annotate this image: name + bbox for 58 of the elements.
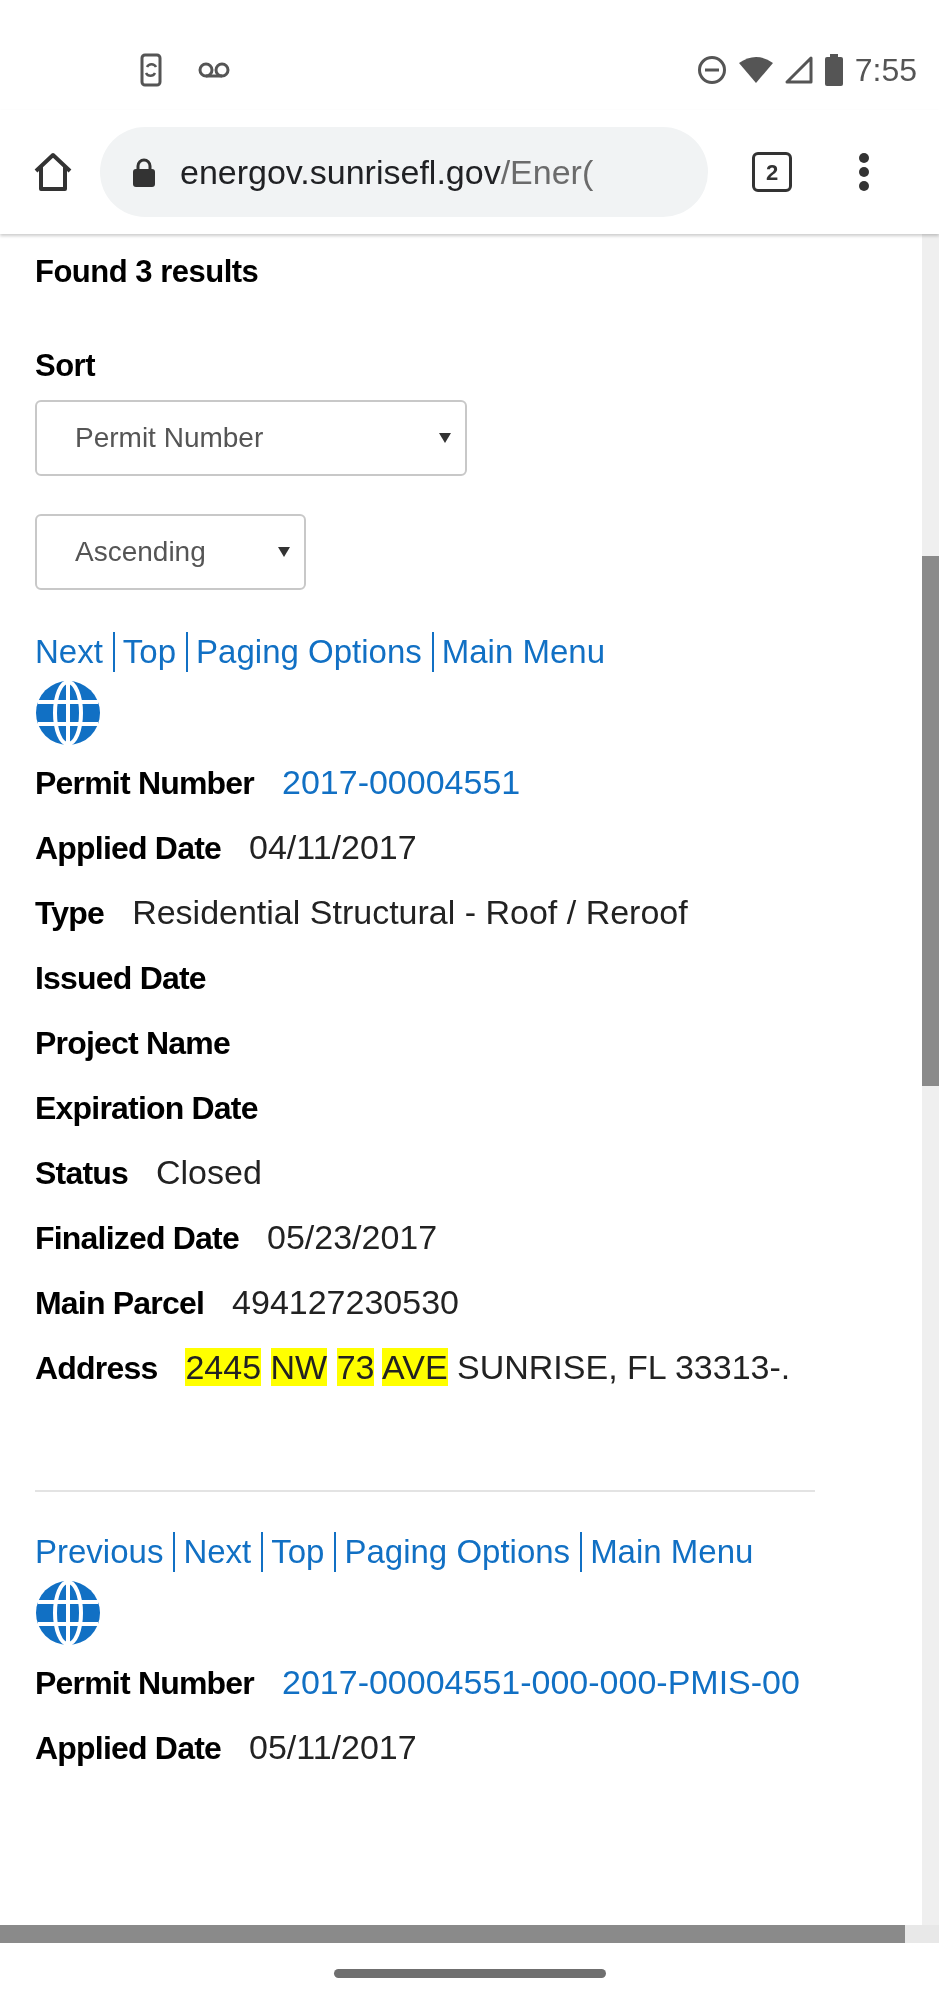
field-label: Type <box>35 895 105 931</box>
field-label: Project Name <box>35 1025 230 1061</box>
results-count: Found 3 results <box>35 253 260 291</box>
horizontal-scrollbar[interactable] <box>0 1925 905 1943</box>
field-label: Applied Date <box>35 1730 221 1766</box>
url-bar[interactable]: energov.sunrisefl.gov/Ener( <box>100 127 708 217</box>
nav-link[interactable]: Main Menu <box>431 632 605 672</box>
field-label: Address <box>35 1350 158 1386</box>
field-label: Main Parcel <box>35 1285 205 1321</box>
field-value: SUNRISE, FL 33313-. <box>457 1348 791 1386</box>
sort-order-select[interactable]: Ascending <box>35 514 306 590</box>
field-value: Closed <box>156 1153 262 1191</box>
nav-link[interactable]: Next <box>35 632 103 672</box>
nav-link[interactable]: Next <box>173 1532 252 1572</box>
highlighted-term: NW <box>270 1348 328 1386</box>
clock: 7:55 <box>854 51 917 90</box>
menu-icon[interactable] <box>858 152 870 192</box>
field-value: 05/11/2017 <box>249 1728 417 1766</box>
field-label: Permit Number <box>35 765 254 801</box>
nav-link[interactable]: Top <box>112 632 177 672</box>
dropdown-arrow-icon <box>278 547 290 557</box>
signal-icon <box>784 56 813 84</box>
field-label: Finalized Date <box>35 1220 239 1256</box>
scrollbar-thumb[interactable] <box>922 556 939 1086</box>
tab-count-button[interactable]: 2 <box>752 152 792 192</box>
home-icon[interactable] <box>32 151 74 193</box>
dropdown-arrow-icon <box>439 433 451 443</box>
battery-icon <box>824 54 843 86</box>
globe-icon <box>35 1580 101 1646</box>
field-value: 05/23/2017 <box>266 1218 438 1256</box>
gesture-handle[interactable] <box>333 1969 606 1978</box>
field-value: Residential Structural - Roof / Reroof <box>132 893 688 931</box>
highlighted-term: 73 <box>336 1348 375 1386</box>
nav-link[interactable]: Main Menu <box>580 1532 754 1572</box>
sort-label: Sort <box>35 347 97 385</box>
highlighted-term: 2445 <box>185 1348 262 1386</box>
lock-icon <box>132 157 156 187</box>
globe-icon <box>35 680 101 746</box>
field-label: Issued Date <box>35 960 206 996</box>
do-not-disturb-icon <box>696 55 727 85</box>
voicemail-icon <box>198 62 230 78</box>
nav-link[interactable]: Paging Options <box>186 632 422 672</box>
nav-link[interactable]: Previous <box>35 1532 164 1572</box>
wifi-icon <box>738 57 773 83</box>
field-label: Expiration Date <box>35 1090 258 1126</box>
field-label: Permit Number <box>35 1665 254 1701</box>
phone-sync-icon <box>140 53 162 87</box>
permit-link[interactable]: 2017-00004551 <box>282 763 521 801</box>
field-value: 494127230530 <box>232 1283 459 1321</box>
url-text: energov.sunrisefl.gov/Ener( <box>180 151 594 193</box>
field-label: Applied Date <box>35 830 221 866</box>
highlighted-term: AVE <box>382 1348 448 1386</box>
permit-link[interactable]: 2017-00004551-000-000-PMIS-00 <box>282 1663 800 1701</box>
field-label: Status <box>35 1155 128 1191</box>
nav-link[interactable]: Paging Options <box>334 1532 571 1572</box>
sort-field-select[interactable]: Permit Number <box>35 400 467 476</box>
nav-link[interactable]: Top <box>261 1532 325 1572</box>
field-value: 04/11/2017 <box>249 828 417 866</box>
